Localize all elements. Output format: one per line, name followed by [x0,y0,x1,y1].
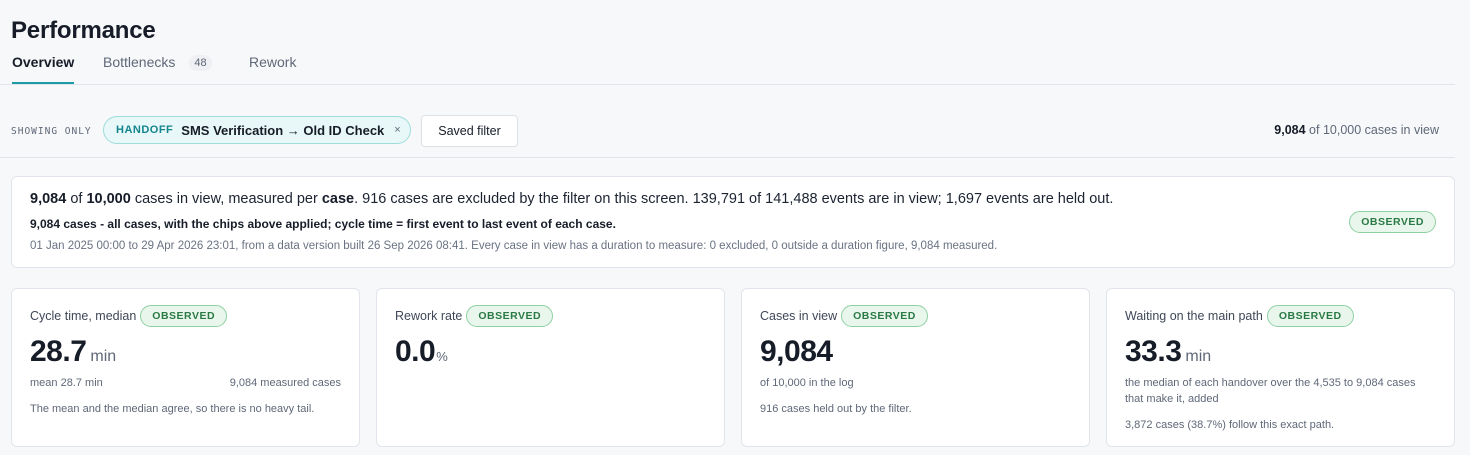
cases-count: 9,084 [30,191,67,207]
cases-in-view-summary: 9,084 of 10,000 cases in view [1274,123,1439,137]
showing-only-label: SHOWING ONLY [11,126,92,137]
kpi-label: Rework rate [395,309,463,323]
value-number: 28.7 [30,335,87,368]
text: . 916 cases are excluded by the filter o… [354,191,1114,207]
kpi-value: 33.3 min [1125,335,1211,369]
kpi-description: the median of each handover over the 4,5… [1125,377,1416,405]
tab-rework[interactable]: Rework [249,54,296,84]
scope-summary: 9,084 of 10,000 cases in view, measured … [30,191,1113,207]
kpi-note: 916 cases held out by the filter. [760,403,912,415]
scope-definition: 9,084 cases - all cases, with the chips … [30,217,616,231]
tab-label: Rework [249,54,297,70]
tab-overview[interactable]: Overview [12,54,75,84]
kpi-value: 0.0% [395,335,448,369]
value-unit: min [1185,348,1212,365]
kpi-rework-rate: Rework rate OBSERVED 0.0% [376,288,725,447]
kpi-label: Cases in view [760,309,838,323]
tab-label: Bottlenecks [103,54,176,70]
chip-kind: HANDOFF [116,124,174,136]
chip-label: SMS Verification → Old ID Check [181,122,385,138]
value-number: 33.3 [1125,335,1182,368]
close-icon[interactable]: × [394,124,400,136]
text: of [66,191,87,207]
kpi-measured-cases: 9,084 measured cases [229,377,341,389]
kpi-value: 28.7 min [30,335,116,369]
tab-bar: Overview Bottlenecks 48 Rework [0,50,1455,85]
kpi-note: 3,872 cases (38.7%) follow this exact pa… [1125,419,1335,431]
filter-bar: SHOWING ONLY HANDOFF SMS Verification → … [0,112,1455,158]
cases-text: of 10,000 cases in view [1305,123,1439,137]
value-number: 0.0 [395,335,436,368]
count-badge: 48 [189,55,212,71]
page-title: Performance [11,17,156,44]
kpi-cycle-time: Cycle time, median OBSERVED 28.7 min mean … [11,288,360,447]
observed-badge: OBSERVED [841,305,928,327]
kpi-label: Cycle time, median [30,309,137,323]
scope-info-card: 9,084 of 10,000 cases in view, measured … [11,176,1455,268]
value-number: 9,084 [760,335,833,368]
value-unit: % [436,349,448,364]
text: cases in view, measured per [130,191,322,207]
total-count: 10,000 [86,191,131,207]
observed-badge: OBSERVED [1349,211,1436,233]
observed-badge: OBSERVED [1266,305,1354,327]
measure-unit: case [321,191,355,207]
cases-count: 9,084 [1274,123,1306,137]
tab-bottlenecks[interactable]: Bottlenecks 48 [103,54,212,84]
kpi-label: Waiting on the main path [1125,309,1263,323]
observed-badge: OBSERVED [140,305,228,327]
kpi-cases-in-view: Cases in view OBSERVED 9,084 of 10,000 in… [741,288,1090,447]
tab-label: Overview [12,54,75,70]
scope-details: 01 Jan 2025 00:00 to 29 Apr 2026 23:01, … [30,240,998,252]
kpi-note: The mean and the median agree, so there … [30,403,315,415]
kpi-value: 9,084 [760,335,833,369]
saved-filter-button[interactable]: Saved filter [421,115,518,147]
kpi-mean: mean 28.7 min [30,377,103,389]
observed-badge: OBSERVED [466,305,554,327]
handoff-filter-chip[interactable]: HANDOFF SMS Verification → Old ID Check … [103,116,411,144]
kpi-waiting-main-path: Waiting on the main path OBSERVED 33.3 min… [1106,288,1455,447]
value-unit: min [90,348,117,365]
kpi-log-total: of 10,000 in the log [760,377,854,389]
